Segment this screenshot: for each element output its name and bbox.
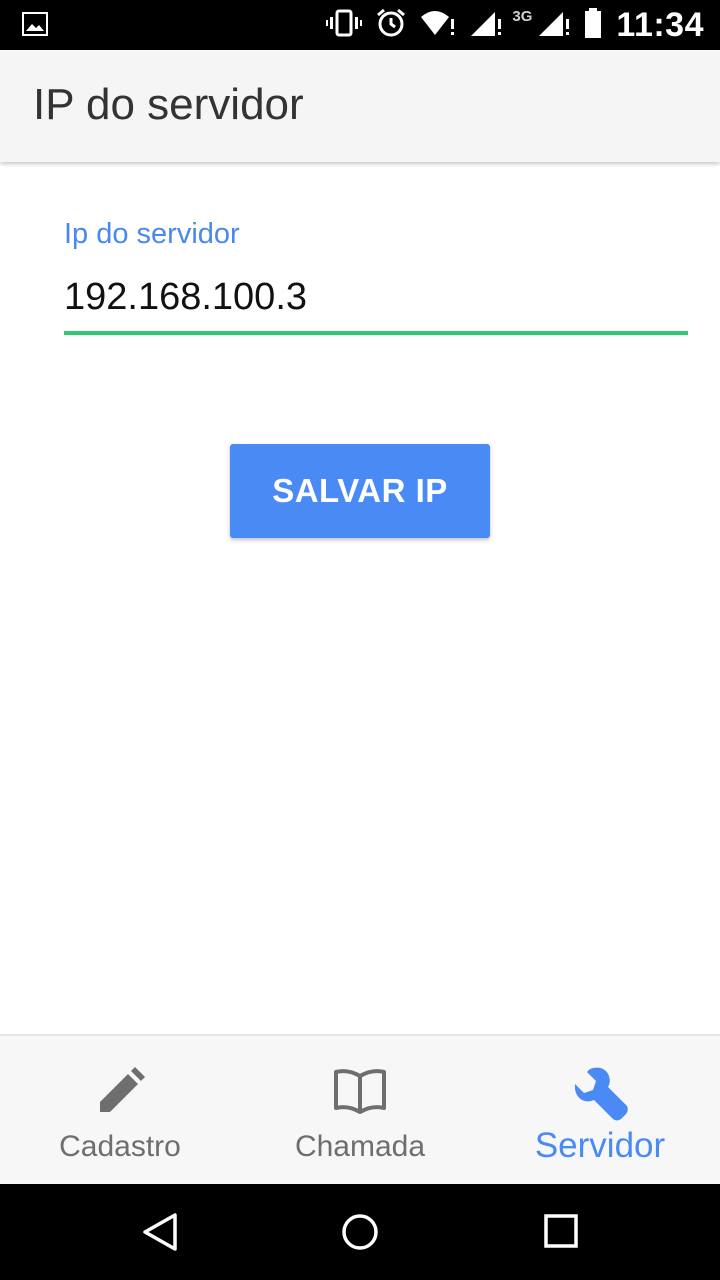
app-bar: IP do servidor [0,50,720,162]
server-ip-input[interactable] [64,275,688,335]
status-time: 11:34 [616,5,704,44]
status-bar: 3G 11:34 [0,0,720,50]
signal-icon [470,9,502,42]
book-icon [332,1066,388,1119]
wrench-icon [571,1066,629,1129]
vibrate-icon [326,9,363,42]
save-ip-button[interactable]: SALVAR IP [230,444,490,538]
home-icon[interactable] [340,1212,380,1257]
back-icon[interactable] [140,1212,180,1257]
status-icons: 3G 11:34 [312,0,704,50]
server-ip-label: Ip do servidor [64,218,240,250]
nav-item-chamada[interactable]: Chamada [240,1036,480,1184]
server-ip-field: Ip do servidor [64,218,688,335]
nav-label-cadastro: Cadastro [59,1130,181,1163]
bottom-navigation: Cadastro Chamada Servidor [0,1034,720,1184]
image-notification-icon [22,12,48,41]
nav-item-cadastro[interactable]: Cadastro [0,1036,240,1184]
nav-label-chamada: Chamada [294,1130,426,1163]
system-navigation-bar [0,1184,720,1280]
wifi-icon [420,9,456,42]
battery-icon [584,7,602,43]
signal-icon [538,9,570,42]
nav-label-servidor: Servidor [534,1126,666,1165]
page-title: IP do servidor [33,80,304,129]
network-type-label: 3G [512,8,533,25]
alarm-icon [376,8,406,43]
recents-icon[interactable] [542,1212,582,1257]
pencil-icon [94,1066,146,1123]
nav-item-servidor[interactable]: Servidor [480,1036,720,1184]
main-content: Ip do servidor SALVAR IP [0,162,720,1034]
